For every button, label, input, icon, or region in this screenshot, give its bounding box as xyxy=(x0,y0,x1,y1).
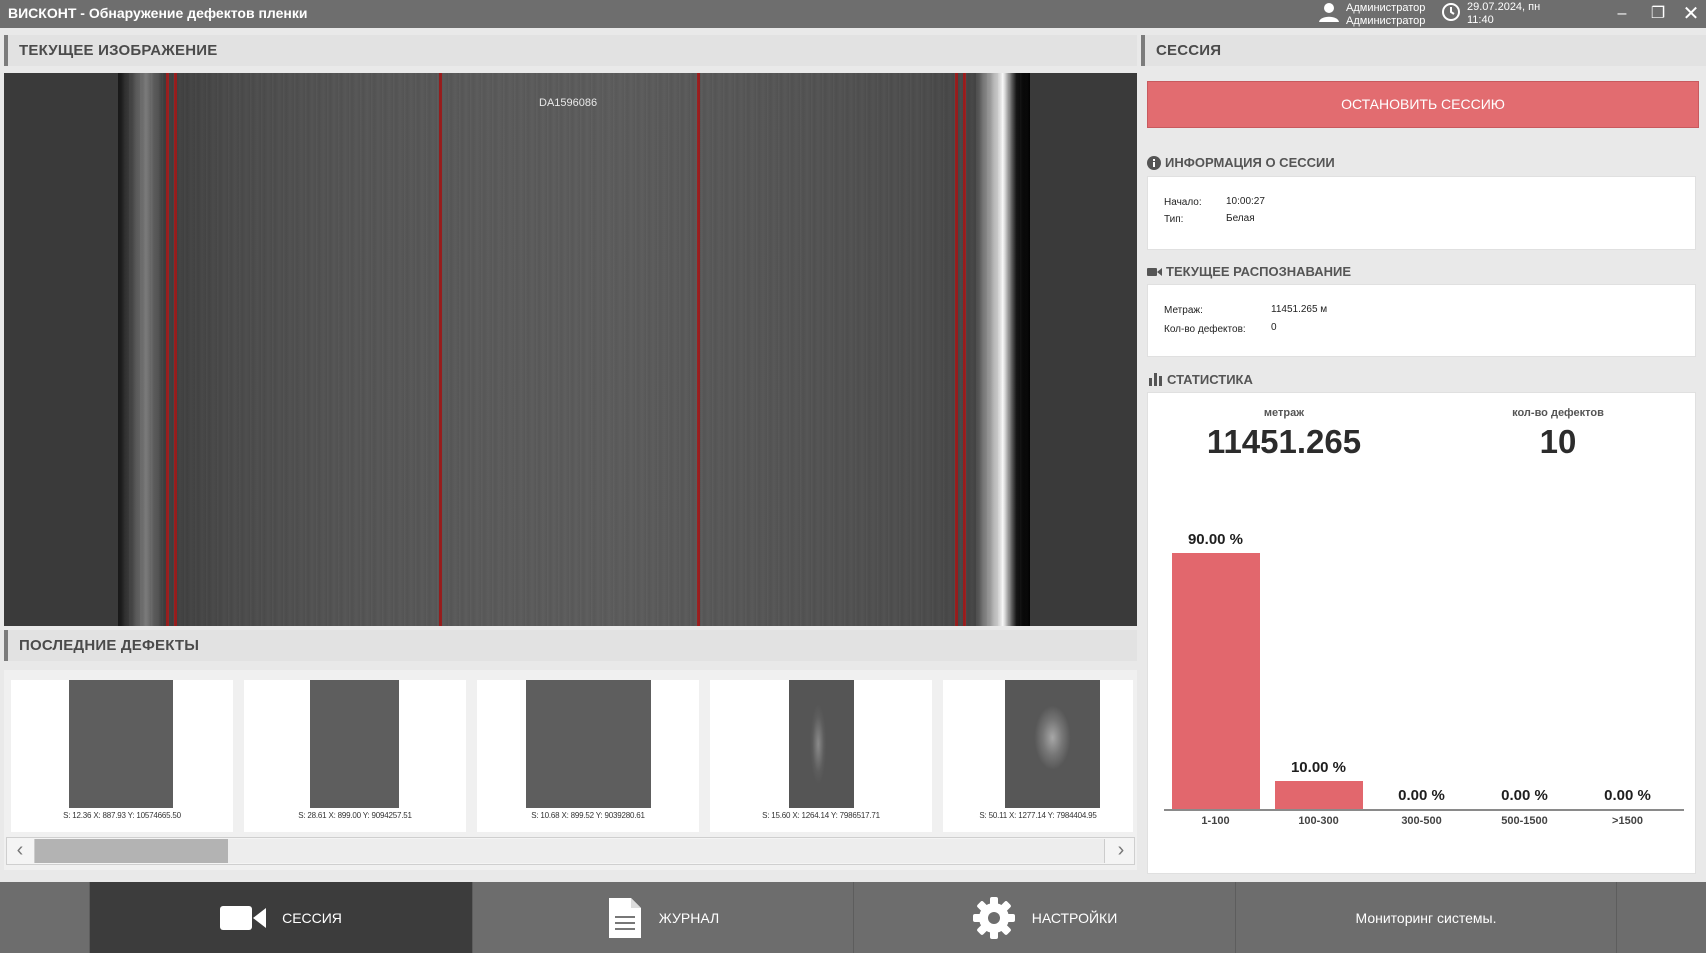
length-caption: метраж xyxy=(1263,407,1305,419)
bar-chart-icon xyxy=(1149,373,1163,386)
defect-meta: S: 15.60 X: 1264.14 Y: 7986517.71 xyxy=(762,811,880,820)
chart-category-label: 1-100 xyxy=(1201,815,1230,827)
length-stat-value: 11451.265 xyxy=(1206,423,1362,460)
date-text: 29.07.2024, пн xyxy=(1467,1,1541,13)
recognition-title: ТЕКУЩЕЕ РАСПОЗНАВАНИЕ xyxy=(1147,264,1351,279)
session-header: СЕССИЯ xyxy=(1141,35,1706,66)
statistics-title: СТАТИСТИКА xyxy=(1149,372,1253,387)
defect-thumbnail xyxy=(69,680,173,808)
recognition-title-text: ТЕКУЩЕЕ РАСПОЗНАВАНИЕ xyxy=(1166,264,1352,279)
defect-thumbnail xyxy=(526,680,651,808)
defect-card[interactable]: S: 50.11 X: 1277.14 Y: 7984404.95 xyxy=(943,680,1133,832)
nav-monitoring-label: Мониторинг системы. xyxy=(1355,909,1497,926)
clock-icon xyxy=(1441,2,1461,27)
current-image-header: ТЕКУЩЕЕ ИЗОБРАЖЕНИЕ xyxy=(4,35,1137,66)
nav-session-label: СЕССИЯ xyxy=(282,909,342,926)
defect-meta: S: 28.61 X: 899.00 Y: 9094257.51 xyxy=(298,811,412,820)
session-info-title-text: ИНФОРМАЦИЯ О СЕССИИ xyxy=(1165,155,1335,170)
title-bar: ВИСКОНТ - Обнаружение дефектов пленки Ад… xyxy=(0,0,1706,28)
defect-meta: S: 12.36 X: 887.93 Y: 10574665.50 xyxy=(63,811,181,820)
defects-scrollbar[interactable]: ‹ › xyxy=(6,837,1135,865)
nav-journal[interactable]: ЖУРНАЛ xyxy=(472,882,853,953)
defect-meta: S: 10.68 X: 899.52 Y: 9039280.61 xyxy=(531,811,645,820)
defect-size-chart: 90.00 % 1-100 10.00 % 100-300 0.00 % 300-500 0… xyxy=(1164,493,1684,838)
defect-thumbnail xyxy=(789,680,854,808)
scroll-left-arrow[interactable]: ‹ xyxy=(7,838,33,864)
time-text: 11:40 xyxy=(1467,14,1494,26)
defect-card[interactable]: S: 10.68 X: 899.52 Y: 9039280.61 xyxy=(477,680,699,832)
chart-category-label: 300-500 xyxy=(1401,815,1442,827)
bottom-navigation: СЕССИЯ ЖУРНАЛ НАСТРОЙКИ Мониторинг систе… xyxy=(0,882,1706,953)
datetime: 29.07.2024, пн 11:40 xyxy=(1441,1,1540,27)
type-label: Тип: xyxy=(1164,214,1184,225)
chart-bar-value-label: 10.00 % xyxy=(1290,759,1347,776)
camera-icon xyxy=(1147,267,1162,277)
length-value: 11451.265 м xyxy=(1271,304,1328,315)
defect-marker-line xyxy=(697,73,700,626)
app-title: ВИСКОНТ - Обнаружение дефектов пленки xyxy=(8,5,308,21)
statistics-title-text: СТАТИСТИКА xyxy=(1167,372,1253,387)
chart-bar xyxy=(1171,553,1260,809)
last-defects-header: ПОСЛЕДНИЕ ДЕФЕКТЫ xyxy=(4,630,1137,661)
defect-marker-line xyxy=(166,73,169,626)
defects-caption: кол-во дефектов xyxy=(1512,407,1604,419)
statistics-box: метраж 11451.265 кол-во дефектов 10 90.0… xyxy=(1147,392,1696,874)
chart-category-label: >1500 xyxy=(1612,815,1643,827)
chart-bar-value-label: 90.00 % xyxy=(1187,531,1244,548)
defect-card[interactable]: S: 28.61 X: 899.00 Y: 9094257.51 xyxy=(244,680,466,832)
defects-count-value: 0 xyxy=(1271,322,1277,333)
defect-meta: S: 50.11 X: 1277.14 Y: 7984404.95 xyxy=(979,811,1097,820)
chart-category-label: 100-300 xyxy=(1298,815,1339,827)
defect-card[interactable]: S: 12.36 X: 887.93 Y: 10574665.50 xyxy=(11,680,233,832)
defect-thumbnail xyxy=(1005,680,1100,808)
info-icon xyxy=(1147,155,1161,170)
defects-stat-value: 10 xyxy=(1539,423,1577,460)
close-button[interactable]: ✕ xyxy=(1678,2,1704,26)
defect-marker-line xyxy=(963,73,966,626)
chart-bar-value-label: 0.00 % xyxy=(1604,787,1651,804)
start-label: Начало: xyxy=(1164,197,1202,208)
nav-monitoring[interactable]: Мониторинг системы. xyxy=(1235,882,1617,953)
current-image-viewer[interactable]: DA1596086 xyxy=(4,73,1137,626)
frame-id-label: DA1596086 xyxy=(539,97,598,109)
user-name: Администратор xyxy=(1346,1,1426,14)
user-info: Администратор Администратор xyxy=(1318,1,1425,28)
scroll-track[interactable] xyxy=(34,839,1105,863)
chart-bar xyxy=(1274,781,1363,809)
type-value: Белая xyxy=(1226,213,1255,224)
defect-thumbnail xyxy=(310,680,399,808)
session-info-box: Начало: 10:00:27 Тип: Белая xyxy=(1147,176,1696,250)
defect-marker-line xyxy=(439,73,442,626)
recognition-box: Метраж: 11451.265 м Кол-во дефектов: 0 xyxy=(1147,284,1696,357)
maximize-button[interactable]: ❐ xyxy=(1645,2,1671,26)
stop-session-button[interactable]: ОСТАНОВИТЬ СЕССИЮ xyxy=(1147,81,1699,128)
defect-card[interactable]: S: 15.60 X: 1264.14 Y: 7986517.71 xyxy=(710,680,932,832)
scroll-right-arrow[interactable]: › xyxy=(1108,838,1134,864)
start-value: 10:00:27 xyxy=(1226,196,1265,207)
document-icon xyxy=(607,896,643,940)
gear-icon xyxy=(972,896,1016,940)
scroll-thumb[interactable] xyxy=(35,839,228,863)
nav-settings-label: НАСТРОЙКИ xyxy=(1031,909,1118,926)
chart-bar-value-label: 0.00 % xyxy=(1398,787,1445,804)
film-image xyxy=(118,73,1030,626)
nav-session[interactable]: СЕССИЯ xyxy=(89,882,472,953)
chart-baseline xyxy=(1164,809,1684,811)
length-label: Метраж: xyxy=(1164,305,1203,316)
defect-marker-line xyxy=(174,73,177,626)
defect-marker-line xyxy=(955,73,958,626)
user-icon xyxy=(1318,1,1340,28)
chart-category-label: 500-1500 xyxy=(1501,815,1548,827)
defects-count-label: Кол-во дефектов: xyxy=(1164,324,1246,335)
video-camera-icon xyxy=(220,904,267,932)
chart-bar-value-label: 0.00 % xyxy=(1501,787,1548,804)
session-info-title: ИНФОРМАЦИЯ О СЕССИИ xyxy=(1147,155,1335,170)
nav-settings[interactable]: НАСТРОЙКИ xyxy=(853,882,1235,953)
user-role: Администратор xyxy=(1346,14,1426,27)
last-defects-strip: S: 12.36 X: 887.93 Y: 10574665.50 S: 28.… xyxy=(4,670,1137,870)
nav-journal-label: ЖУРНАЛ xyxy=(658,909,720,926)
minimize-button[interactable]: – xyxy=(1609,2,1635,26)
